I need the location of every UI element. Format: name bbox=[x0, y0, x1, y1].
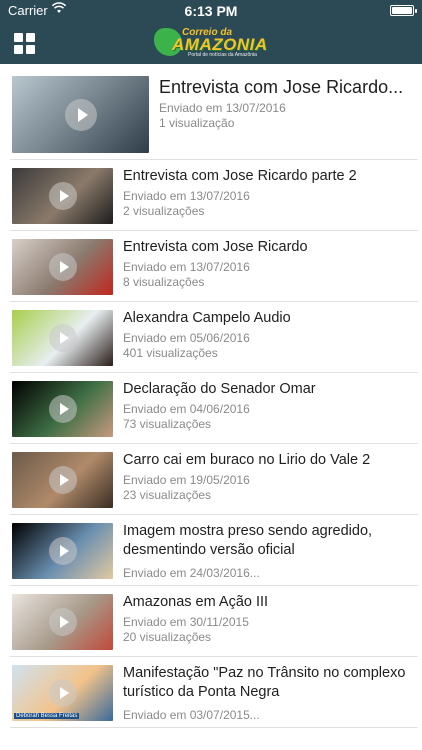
video-date: Enviado em 24/03/2016... bbox=[123, 566, 260, 580]
video-info: Amazonas em Ação III Enviado em 30/11/201… bbox=[123, 593, 414, 644]
video-date: Enviado em 03/07/2015... bbox=[123, 708, 260, 722]
video-date: Enviado em 04/06/2016 bbox=[123, 402, 250, 416]
video-views: 1 visualização bbox=[159, 116, 235, 130]
play-icon[interactable] bbox=[48, 395, 77, 423]
video-views: 2 visualizações bbox=[123, 204, 205, 218]
status-bar: Carrier 6:13 PM bbox=[0, 0, 422, 22]
video-thumbnail[interactable] bbox=[12, 523, 113, 579]
video-info: Entrevista com Jose Ricardo parte 2 Envia… bbox=[123, 167, 414, 218]
video-title: Alexandra Campelo Audio bbox=[123, 310, 291, 326]
video-thumbnail[interactable] bbox=[12, 594, 113, 650]
video-date: Enviado em 13/07/2016 bbox=[123, 260, 250, 274]
video-info: Entrevista com Jose Ricardo Enviado em 13… bbox=[123, 238, 414, 289]
play-icon[interactable] bbox=[48, 324, 77, 352]
video-views: 20 visualizações bbox=[123, 630, 212, 644]
video-list-item[interactable]: Alexandra Campelo Audio Enviado em 05/06/… bbox=[10, 302, 418, 373]
video-info: Declaração do Senador Omar Enviado em 04/… bbox=[123, 380, 414, 431]
video-list-item[interactable]: Carro cai em buraco no Lirio do Vale 2 En… bbox=[10, 444, 418, 515]
video-title: Entrevista com Jose Ricardo bbox=[123, 239, 308, 255]
video-thumbnail[interactable] bbox=[12, 76, 149, 153]
video-thumbnail[interactable] bbox=[12, 452, 113, 508]
video-date: Enviado em 13/07/2016 bbox=[123, 189, 250, 203]
navigation-bar: Carrier 6:13 PM Correio da AMAZONIA Port… bbox=[0, 0, 422, 64]
video-list-item[interactable]: Entrevista com Jose Ricardo Enviado em 13… bbox=[10, 231, 418, 302]
thumbnail-caption: Deborah Bessa Freitas bbox=[14, 713, 80, 719]
featured-video-item[interactable]: Entrevista com Jose Ricardo... Enviado em… bbox=[10, 64, 418, 160]
play-icon[interactable] bbox=[48, 466, 77, 494]
video-views: 23 visualizações bbox=[123, 488, 212, 502]
video-views: 73 visualizações bbox=[123, 417, 212, 431]
video-thumbnail[interactable] bbox=[12, 310, 113, 366]
video-views: 401 visualizações bbox=[123, 346, 218, 360]
logo: Correio da AMAZONIA Portal de notícias d… bbox=[152, 26, 272, 60]
video-views: 8 visualizações bbox=[123, 275, 205, 289]
play-icon[interactable] bbox=[48, 182, 77, 210]
play-icon[interactable] bbox=[48, 608, 77, 636]
video-info: Entrevista com Jose Ricardo... Enviado em… bbox=[159, 76, 414, 130]
video-thumbnail[interactable] bbox=[12, 381, 113, 437]
battery-icon bbox=[390, 5, 417, 16]
video-list-item[interactable]: Declaração do Senador Omar Enviado em 04/… bbox=[10, 373, 418, 444]
video-list-item[interactable]: Imagem mostra preso sendo agredido, desm… bbox=[10, 515, 418, 586]
play-icon[interactable] bbox=[48, 537, 77, 565]
video-list: Entrevista com Jose Ricardo... Enviado em… bbox=[0, 64, 422, 728]
video-info: Alexandra Campelo Audio Enviado em 05/06/… bbox=[123, 309, 414, 360]
video-date: Enviado em 19/05/2016 bbox=[123, 473, 250, 487]
play-icon[interactable] bbox=[48, 679, 77, 707]
video-info: Manifestação "Paz no Trânsito no complex… bbox=[123, 664, 414, 722]
video-thumbnail[interactable] bbox=[12, 168, 113, 224]
video-title: Imagem mostra preso sendo agredido, desm… bbox=[123, 523, 373, 558]
video-thumbnail[interactable] bbox=[12, 239, 113, 295]
play-icon[interactable] bbox=[48, 253, 77, 281]
video-title: Carro cai em buraco no Lirio do Vale 2 bbox=[123, 452, 371, 468]
video-info: Imagem mostra preso sendo agredido, desm… bbox=[123, 522, 414, 580]
play-icon[interactable] bbox=[64, 98, 97, 131]
video-title: Manifestação "Paz no Trânsito no complex… bbox=[123, 665, 406, 700]
video-date: Enviado em 05/06/2016 bbox=[123, 331, 250, 345]
logo-tagline: Portal de notícias da Amazônia bbox=[188, 52, 257, 58]
video-title: Declaração do Senador Omar bbox=[123, 381, 316, 397]
video-list-item[interactable]: Entrevista com Jose Ricardo parte 2 Envia… bbox=[10, 160, 418, 231]
clock: 6:13 PM bbox=[184, 3, 238, 19]
video-date: Enviado em 30/11/2015 bbox=[123, 615, 249, 629]
video-list-item[interactable]: Deborah Bessa Freitas Manifestação "Paz n… bbox=[10, 657, 418, 728]
video-list-item[interactable]: Amazonas em Ação III Enviado em 30/11/201… bbox=[10, 586, 418, 657]
video-title: Entrevista com Jose Ricardo parte 2 bbox=[123, 168, 357, 184]
video-title: Entrevista com Jose Ricardo... bbox=[159, 77, 404, 97]
video-thumbnail[interactable]: Deborah Bessa Freitas bbox=[12, 665, 113, 721]
grid-menu-icon[interactable] bbox=[14, 33, 36, 55]
video-title: Amazonas em Ação III bbox=[123, 594, 269, 610]
video-date: Enviado em 13/07/2016 bbox=[159, 101, 286, 115]
video-info: Carro cai em buraco no Lirio do Vale 2 En… bbox=[123, 451, 414, 502]
